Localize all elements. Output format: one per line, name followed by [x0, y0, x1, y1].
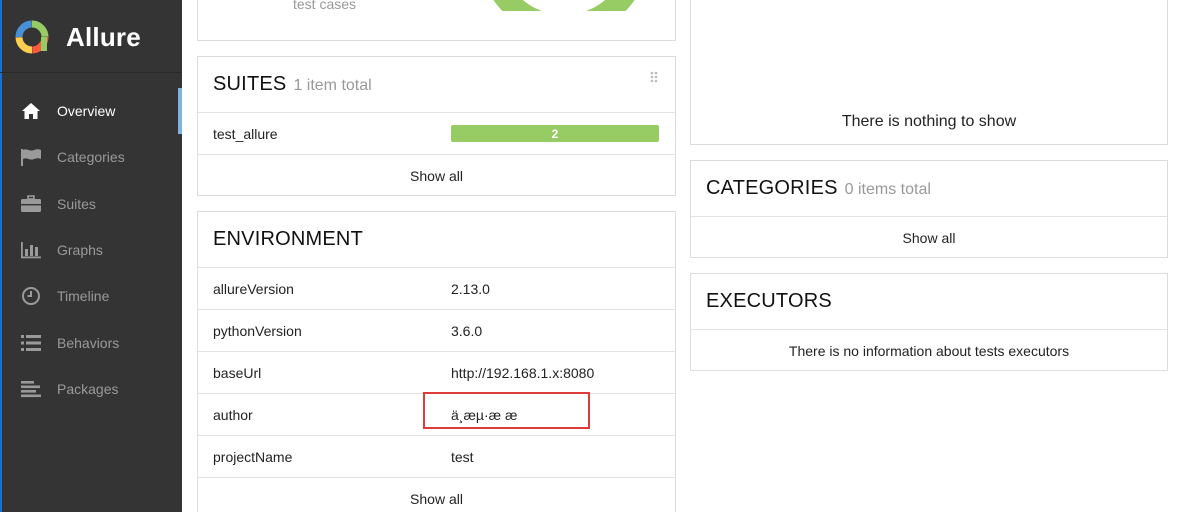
- summary-widget: test cases: [197, 0, 676, 41]
- brand-name: Allure: [66, 21, 141, 52]
- divider: [0, 72, 182, 73]
- status-bar: 2: [451, 125, 660, 142]
- sidebar-item-label: Behaviors: [57, 334, 120, 351]
- empty-message: There is no information about tests exec…: [691, 329, 1167, 371]
- executors-widget: EXECUTORS There is no information about …: [690, 273, 1168, 371]
- align-left-icon: [20, 378, 42, 400]
- item-count: 0 items total: [844, 181, 931, 198]
- sidebar-item-label: Graphs: [57, 242, 103, 259]
- env-key: baseUrl: [213, 364, 262, 381]
- env-key: projectName: [213, 448, 293, 465]
- empty-message: There is nothing to show: [841, 113, 1017, 130]
- bar-chart-icon: [20, 239, 42, 261]
- env-value: 3.6.0: [451, 322, 483, 339]
- sidebar-item-timeline[interactable]: Timeline: [0, 273, 182, 319]
- allure-logo-icon: [15, 20, 49, 54]
- list-item[interactable]: test_allure 2: [198, 112, 675, 154]
- show-all-link[interactable]: Show all: [198, 154, 675, 196]
- env-key: pythonVersion: [213, 322, 302, 339]
- widget-title: CATEGORIES: [706, 177, 838, 199]
- widget-title: EXECUTORS: [706, 290, 832, 312]
- sidebar-item-categories[interactable]: Categories: [0, 134, 182, 180]
- widget-title: ENVIRONMENT: [213, 228, 363, 250]
- environment-widget: ENVIRONMENT allureVersion 2.13.0 pythonV…: [197, 211, 676, 512]
- home-icon: [20, 100, 42, 122]
- sidebar-item-suites[interactable]: Suites: [0, 181, 182, 227]
- sidebar-item-label: Timeline: [57, 288, 110, 305]
- env-value: http://192.168.1.x:8080: [451, 364, 595, 381]
- sidebar-item-label: Packages: [57, 380, 119, 397]
- main-content: test cases SUITES 1 item total test_allu…: [182, 0, 1184, 512]
- sidebar: Allure Overview Categories Suites Graphs…: [0, 0, 182, 512]
- trend-widget: There is nothing to show: [690, 0, 1168, 145]
- table-row: allureVersion 2.13.0: [198, 267, 675, 309]
- brand[interactable]: Allure: [14, 18, 141, 56]
- table-row: projectName test: [198, 435, 675, 477]
- table-row: pythonVersion 3.6.0: [198, 309, 675, 351]
- highlight-annotation: [423, 392, 590, 429]
- passed-bar: 2: [451, 125, 659, 142]
- sidebar-item-packages[interactable]: Packages: [0, 366, 182, 412]
- env-key: allureVersion: [213, 280, 294, 297]
- drag-handle-icon[interactable]: [650, 71, 658, 83]
- summary-caption: test cases: [293, 0, 357, 12]
- sidebar-item-label: Categories: [57, 149, 125, 166]
- env-value: 2.13.0: [451, 280, 490, 297]
- show-all-link[interactable]: Show all: [198, 477, 675, 512]
- passed-count: 2: [551, 126, 559, 141]
- categories-header: CATEGORIES 0 items total: [691, 161, 1167, 216]
- widget-title: SUITES: [213, 73, 287, 95]
- categories-widget: CATEGORIES 0 items total Show all: [690, 160, 1168, 258]
- sidebar-nav: Overview Categories Suites Graphs Timeli…: [0, 88, 182, 412]
- sidebar-item-overview[interactable]: Overview: [0, 88, 182, 135]
- item-count: 1 item total: [293, 77, 372, 94]
- suites-widget: SUITES 1 item total test_allure 2 Show a…: [197, 56, 676, 196]
- briefcase-icon: [20, 193, 42, 215]
- env-key: author: [213, 406, 253, 423]
- suite-name: test_allure: [213, 125, 278, 142]
- env-value: test: [451, 448, 474, 465]
- environment-header: ENVIRONMENT: [198, 212, 675, 267]
- show-all-link[interactable]: Show all: [691, 216, 1167, 258]
- flag-icon: [20, 146, 42, 168]
- table-row: baseUrl http://192.168.1.x:8080: [198, 351, 675, 393]
- sidebar-item-graphs[interactable]: Graphs: [0, 227, 182, 273]
- clock-icon: [20, 285, 42, 307]
- suites-header: SUITES 1 item total: [198, 57, 675, 112]
- executors-header: EXECUTORS: [691, 274, 1167, 329]
- sidebar-item-label: Suites: [57, 195, 96, 212]
- sidebar-item-label: Overview: [57, 103, 116, 120]
- summary-donut-chart: [493, 0, 635, 11]
- sidebar-item-behaviors[interactable]: Behaviors: [0, 319, 182, 365]
- list-icon: [20, 332, 42, 354]
